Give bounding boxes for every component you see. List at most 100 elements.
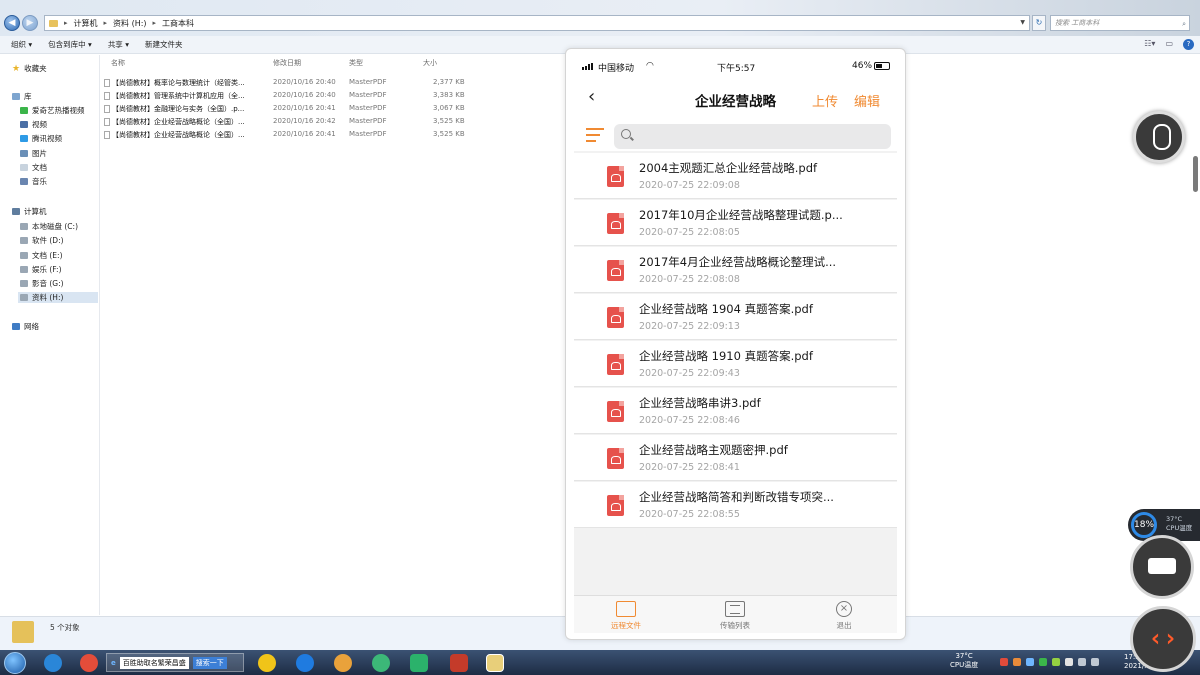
list-item[interactable]: 企业经营战略简答和判断改错专项突... 2020-07-25 22:08:55 [574, 482, 897, 528]
file-row[interactable]: 【尚德教材】企业经营战略概论（全国）... 2020/10/16 20:41 M… [104, 130, 474, 142]
app-g-icon[interactable] [258, 654, 276, 672]
forward-arrow-icon[interactable]: ▶ [22, 15, 38, 31]
column-header-name[interactable]: 名称 [111, 58, 125, 68]
list-item[interactable]: 企业经营战略 1910 真题答案.pdf 2020-07-25 22:09:43 [574, 341, 897, 387]
sort-icon[interactable] [586, 128, 604, 142]
file-row[interactable]: 【尚德教材】概率论与数理统计（经管类... 2020/10/16 20:40 M… [104, 78, 474, 90]
breadcrumb-computer[interactable]: 计算机 [74, 18, 98, 29]
player-icon[interactable] [410, 654, 428, 672]
nav-library-item[interactable]: 文档 [20, 162, 47, 173]
close-circle-icon: × [836, 601, 852, 617]
tray-icon[interactable] [1065, 658, 1073, 666]
help-icon[interactable]: ? [1183, 39, 1194, 50]
tray-icon[interactable] [1013, 658, 1021, 666]
list-item[interactable]: 企业经营战略 1904 真题答案.pdf 2020-07-25 22:09:13 [574, 294, 897, 340]
mouse-mode-icon[interactable] [1133, 111, 1185, 163]
nav-library-item[interactable]: 爱奇艺热播视频 [20, 105, 85, 116]
tab-exit[interactable]: × 退出 [804, 601, 884, 631]
start-button[interactable] [4, 652, 26, 674]
nav-favorites[interactable]: ★ 收藏夹 [12, 63, 47, 74]
organize-button[interactable]: 组织 ▾ [11, 39, 32, 50]
upload-button[interactable]: 上传 [812, 91, 838, 110]
wifi-icon: ◠ [646, 61, 654, 71]
music-icon [20, 178, 28, 185]
tray-icon[interactable] [1039, 658, 1047, 666]
column-header-date[interactable]: 修改日期 [273, 58, 301, 68]
item-count: 5 个对象 [50, 623, 80, 632]
pdf-file-icon [104, 105, 110, 113]
address-field[interactable]: ▸ 计算机 ▸ 资料 (H:) ▸ 工商本科 ▼ [44, 15, 1030, 31]
app-face-icon[interactable] [334, 654, 352, 672]
view-options-icon[interactable]: ☷▾ [1144, 39, 1155, 50]
list-item[interactable]: 企业经营战略串讲3.pdf 2020-07-25 22:08:46 [574, 388, 897, 434]
folder-icon [616, 601, 636, 617]
column-header-size[interactable]: 大小 [423, 58, 437, 68]
nav-library-item[interactable]: 音乐 [20, 176, 47, 187]
preview-pane-icon[interactable]: ▭ [1165, 39, 1173, 50]
list-item[interactable]: 2004主观题汇总企业经营战略.pdf 2020-07-25 22:09:08 [574, 153, 897, 199]
tray-icon[interactable] [1026, 658, 1034, 666]
file-row[interactable]: 【尚德教材】管理系统中计算机应用（全... 2020/10/16 20:40 M… [104, 91, 474, 103]
nav-library[interactable]: 库 [12, 91, 32, 102]
list-icon [725, 601, 745, 617]
search-input[interactable]: 搜索 工商本科 ⌕ [1050, 15, 1190, 31]
cpu-temp-tray: 37°C CPU温度 [950, 652, 979, 669]
network-icon[interactable] [1078, 658, 1086, 666]
library-icon [12, 93, 20, 100]
search-input[interactable] [614, 124, 891, 149]
keyboard-icon[interactable] [1130, 535, 1194, 599]
include-in-library-button[interactable]: 包含到库中 ▾ [48, 39, 92, 50]
list-item[interactable]: 企业经营战略主观题密押.pdf 2020-07-25 22:08:41 [574, 435, 897, 481]
pdf-icon [607, 495, 624, 516]
edit-button[interactable]: 编辑 [854, 91, 880, 110]
nav-library-item[interactable]: 图片 [20, 148, 47, 159]
refresh-icon[interactable]: ↻ [1032, 15, 1046, 31]
pdf-file-icon [104, 92, 110, 100]
scrollbar-thumb[interactable] [1193, 156, 1198, 192]
game-icon[interactable] [450, 654, 468, 672]
tab-remote-files[interactable]: 远程文件 [586, 601, 666, 631]
browser-task-search[interactable]: e 百胜助取名繁荣昌盛 搜索一下 [106, 653, 244, 672]
nav-drive[interactable]: 文档 (E:) [20, 250, 63, 261]
nav-drive[interactable]: 娱乐 (F:) [20, 264, 62, 275]
nav-drive[interactable]: 软件 (D:) [20, 235, 64, 246]
chevron-down-icon[interactable]: ▼ [1020, 19, 1025, 26]
nav-library-item[interactable]: 视频 [20, 119, 47, 130]
nav-library-item[interactable]: 腾讯视频 [20, 133, 62, 144]
volume-icon[interactable] [1091, 658, 1099, 666]
nav-network[interactable]: 网络 [12, 321, 39, 332]
file-row[interactable]: 【尚德教材】金融理论与实务（全国）.p... 2020/10/16 20:41 … [104, 104, 474, 116]
address-bar-area: ◀ ▶ ▸ 计算机 ▸ 资料 (H:) ▸ 工商本科 ▼ ↻ 搜索 工商本科 ⌕ [0, 0, 1200, 36]
explorer-task-icon[interactable] [486, 654, 504, 672]
tray-icon[interactable] [1052, 658, 1060, 666]
breadcrumb-drive-h[interactable]: 资料 (H:) [113, 18, 147, 29]
phone-screen: 中国移动 ◠ 下午5:57 46% ‹ 企业经营战略 上传 编辑 2004主观题… [574, 57, 897, 633]
list-item[interactable]: 2017年4月企业经营战略概论整理试... 2020-07-25 22:08:0… [574, 247, 897, 293]
ie-browser-icon[interactable] [44, 654, 62, 672]
app-pinwheel-icon[interactable] [80, 654, 98, 672]
nav-drive-selected[interactable]: 资料 (H:) [18, 292, 98, 303]
network-icon [12, 323, 20, 330]
system-tray [1000, 658, 1099, 666]
nav-drive[interactable]: 影音 (G:) [20, 278, 64, 289]
list-item[interactable]: 2017年10月企业经营战略整理试题.p... 2020-07-25 22:08… [574, 200, 897, 246]
pdf-icon [607, 166, 624, 187]
column-header-type[interactable]: 类型 [349, 58, 363, 68]
nav-drive[interactable]: 本地磁盘 (C:) [20, 221, 78, 232]
search-button[interactable]: 搜索一下 [192, 656, 227, 669]
chrome-icon[interactable] [372, 654, 390, 672]
pdf-icon [607, 213, 624, 234]
code-arrows-icon[interactable]: ‹› [1130, 606, 1196, 672]
app-s-icon[interactable] [296, 654, 314, 672]
breadcrumb-folder[interactable]: 工商本科 [162, 18, 194, 29]
tab-transfer-list[interactable]: 传输列表 [695, 601, 775, 631]
share-button[interactable]: 共享 ▾ [108, 39, 129, 50]
bottom-tab-bar: 远程文件 传输列表 × 退出 [574, 595, 897, 633]
file-row[interactable]: 【尚德教材】企业经营战略概论（全国）... 2020/10/16 20:42 M… [104, 117, 474, 129]
tray-icon[interactable] [1000, 658, 1008, 666]
back-arrow-icon[interactable]: ◀ [4, 15, 20, 31]
pictures-icon [20, 150, 28, 157]
new-folder-button[interactable]: 新建文件夹 [145, 39, 183, 50]
nav-computer[interactable]: 计算机 [12, 206, 47, 217]
search-icon [621, 129, 631, 139]
